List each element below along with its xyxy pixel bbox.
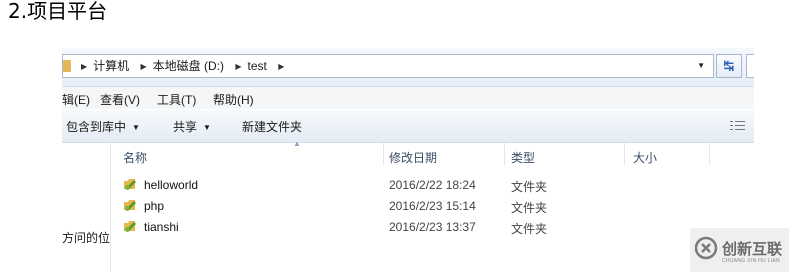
sort-up-icon: ▲ [293, 139, 301, 148]
file-date: 2016/2/22 18:24 [389, 178, 476, 192]
file-type: 文件夹 [511, 222, 548, 236]
refresh-button[interactable]: ↹ [716, 54, 742, 78]
breadcrumb: ▶ 计算机 ▶ 本地磁盘 (D:) ▶ test ▶ [79, 58, 290, 76]
column-divider[interactable] [709, 143, 710, 165]
chevron-right-icon[interactable]: ▶ [81, 62, 87, 71]
column-date[interactable]: 修改日期 [389, 149, 437, 166]
file-date: 2016/2/23 13:37 [389, 220, 476, 234]
folder-icon [124, 221, 136, 232]
column-header-row: ▲ 名称 修改日期 类型 大小 [111, 139, 754, 169]
breadcrumb-computer[interactable]: 计算机 [93, 59, 129, 73]
command-bar: 包含到库中 ▼ 共享 ▼ 新建文件夹 [62, 110, 754, 143]
address-bar-strip: ▶ 计算机 ▶ 本地磁盘 (D:) ▶ test ▶ ▼ ↹ [62, 48, 754, 87]
chevron-down-icon: ▼ [203, 123, 211, 132]
share-button[interactable]: 共享 ▼ [173, 118, 211, 135]
file-row[interactable]: tianshi 2016/2/23 13:37 文件夹 [111, 217, 754, 237]
file-type: 文件夹 [511, 201, 548, 215]
watermark-text: 创新互联 [722, 241, 783, 258]
folder-icon [63, 60, 71, 72]
file-row[interactable]: php 2016/2/23 15:14 文件夹 [111, 196, 754, 216]
brand-logo-icon [694, 236, 718, 260]
column-name[interactable]: 名称 [123, 149, 147, 166]
menu-edit[interactable]: 辑(E) [62, 91, 90, 108]
file-date: 2016/2/23 15:14 [389, 199, 476, 213]
menu-tools[interactable]: 工具(T) [157, 91, 196, 108]
column-divider[interactable] [383, 143, 384, 165]
explorer-window: ▶ 计算机 ▶ 本地磁盘 (D:) ▶ test ▶ ▼ ↹ 辑(E) 查看(V) 工… [62, 48, 754, 272]
share-label: 共享 [173, 120, 198, 134]
refresh-icon: ↹ [723, 58, 735, 73]
chevron-down-icon: ▼ [132, 123, 140, 132]
chevron-right-icon[interactable]: ▶ [141, 62, 147, 71]
folder-icon [124, 200, 136, 211]
navigation-pane: 方问的位 [62, 143, 111, 272]
include-in-library-button[interactable]: 包含到库中 ▼ [66, 118, 140, 135]
column-divider[interactable] [504, 143, 505, 165]
breadcrumb-local-disk[interactable]: 本地磁盘 (D:) [153, 59, 224, 73]
file-type: 文件夹 [511, 180, 548, 194]
address-bar[interactable]: ▶ 计算机 ▶ 本地磁盘 (D:) ▶ test ▶ ▼ [62, 54, 714, 78]
view-options-icon[interactable] [730, 120, 746, 132]
file-pane: 方问的位 ▲ 名称 修改日期 类型 大小 helloworld 2016/2/2… [62, 139, 754, 272]
section-heading: 2.项目平台 [8, 0, 108, 23]
new-folder-button[interactable]: 新建文件夹 [242, 118, 302, 135]
chevron-down-icon[interactable]: ▼ [697, 61, 705, 70]
watermark: 创新互联 CHUANG XIN HU LIAN [690, 228, 789, 272]
chevron-right-icon[interactable]: ▶ [235, 62, 241, 71]
search-input[interactable] [746, 54, 754, 78]
include-in-library-label: 包含到库中 [66, 120, 127, 134]
column-type[interactable]: 类型 [511, 149, 535, 166]
menu-view[interactable]: 查看(V) [100, 91, 140, 108]
file-row[interactable]: helloworld 2016/2/22 18:24 文件夹 [111, 175, 754, 195]
column-divider[interactable] [624, 143, 625, 165]
menu-help[interactable]: 帮助(H) [213, 91, 254, 108]
folder-icon [124, 179, 136, 190]
menu-bar: 辑(E) 查看(V) 工具(T) 帮助(H) [62, 87, 754, 109]
chevron-right-icon[interactable]: ▶ [278, 62, 284, 71]
column-size[interactable]: 大小 [633, 149, 657, 166]
nav-item-partial[interactable]: 方问的位 [62, 229, 110, 246]
breadcrumb-test[interactable]: test [248, 59, 267, 73]
file-name: tianshi [144, 220, 179, 234]
file-name: helloworld [144, 178, 199, 192]
file-name: php [144, 199, 165, 213]
watermark-subtext: CHUANG XIN HU LIAN [722, 258, 780, 264]
